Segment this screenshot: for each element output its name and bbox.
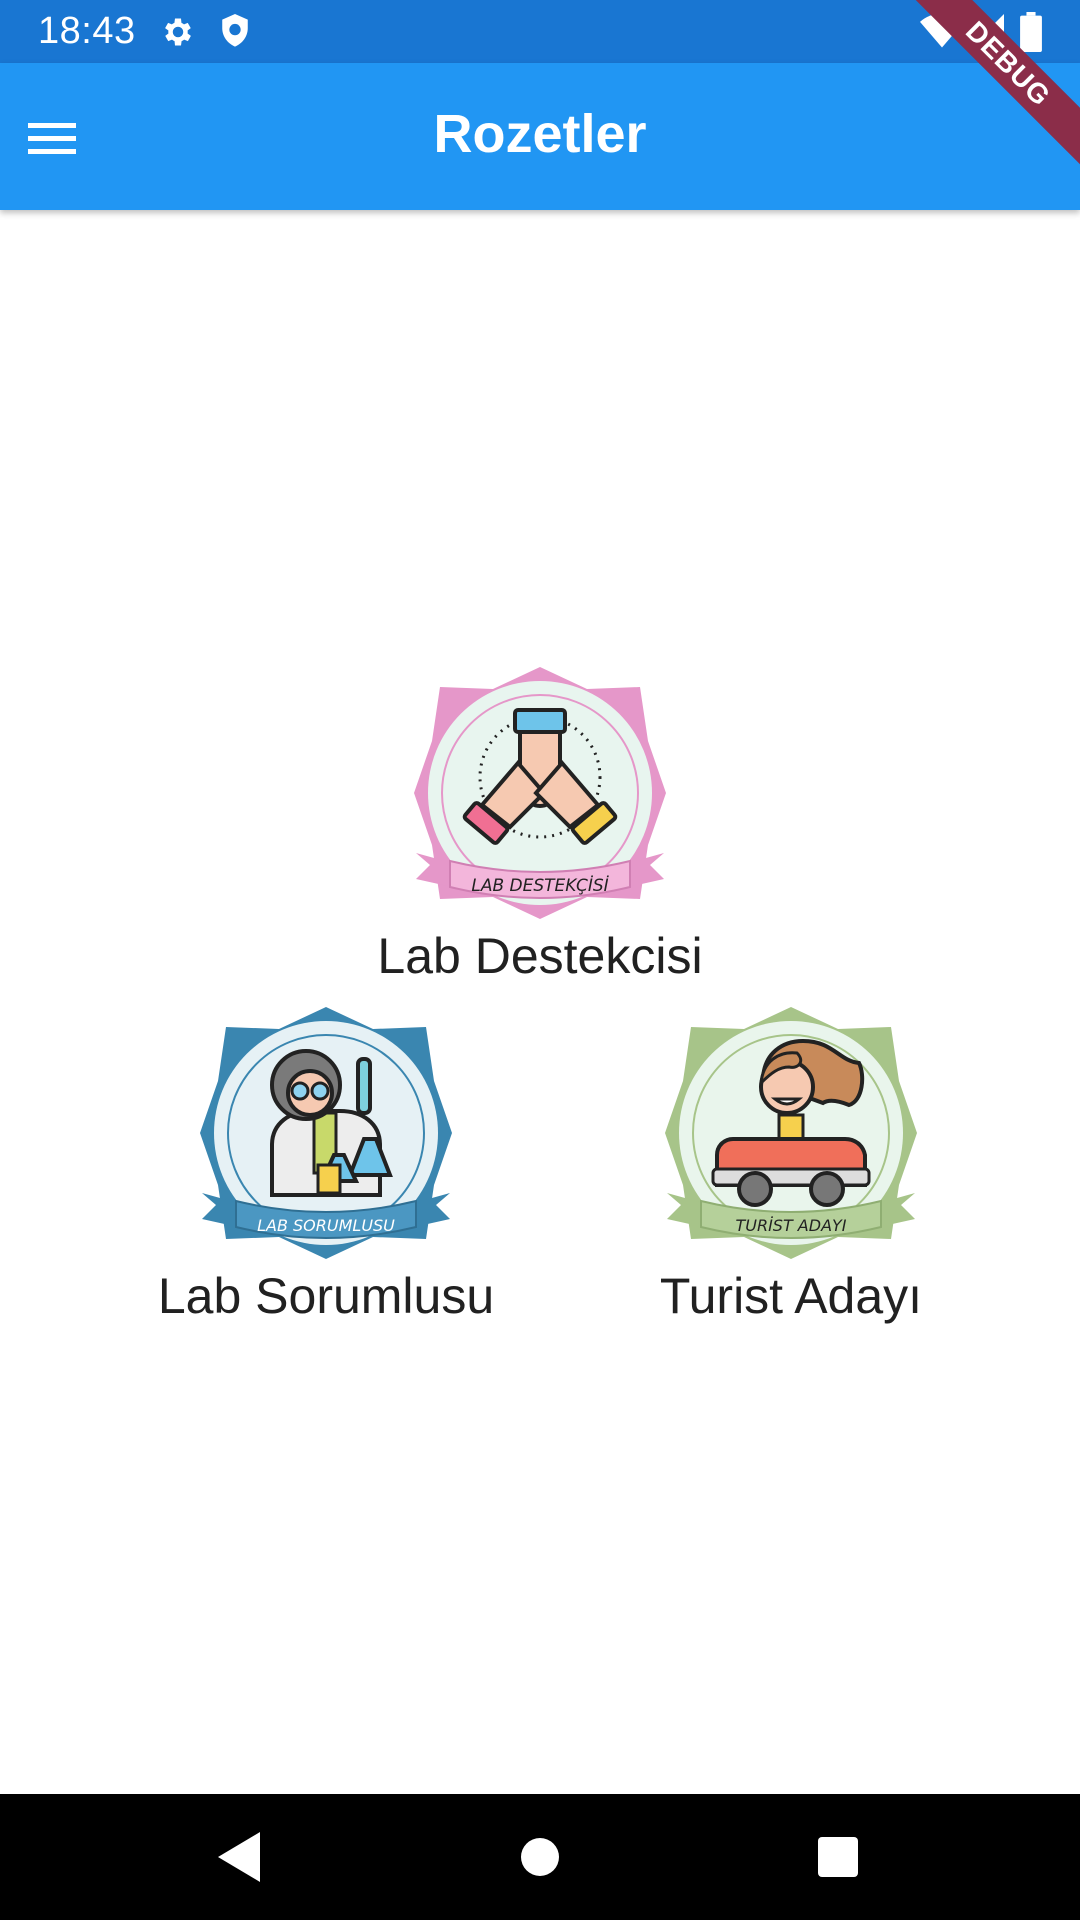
badge-name: Lab Sorumlusu	[157, 1268, 495, 1324]
scientist-icon: LAB SORUMLUSU	[200, 1007, 452, 1259]
shield-icon	[218, 12, 252, 55]
badge-ribbon-text: LAB DESTEKÇİSİ	[471, 875, 609, 896]
badge-name: Lab Destekcisi	[377, 928, 703, 984]
app-bar: Rozetler	[0, 63, 1080, 210]
back-icon[interactable]	[200, 1824, 280, 1890]
page-title: Rozetler	[433, 104, 647, 164]
badge-name: Turist Adayı	[659, 1268, 923, 1324]
status-bar: 18:43	[0, 0, 1080, 63]
battery-icon	[1020, 12, 1042, 57]
badge-ribbon-text: TURİST ADAYI	[735, 1216, 846, 1235]
settings-icon	[160, 14, 196, 55]
badge-lab-sorumlusu[interactable]: LAB SORUMLUSU Lab Sorumlusu	[126, 1005, 526, 1325]
recents-icon[interactable]	[798, 1824, 878, 1890]
status-time: 18:43	[38, 10, 136, 52]
wifi-icon	[920, 13, 964, 53]
navigation-bar	[0, 1794, 1080, 1920]
badge-ribbon-text: LAB SORUMLUSU	[257, 1216, 395, 1235]
signal-icon	[968, 14, 1004, 55]
badge-turist-adayi[interactable]: TURİST ADAYI Turist Adayı	[591, 1005, 991, 1325]
home-icon[interactable]	[500, 1824, 580, 1890]
hands-together-icon: LAB DESTEKÇİSİ	[414, 667, 666, 919]
badge-lab-destekcisi[interactable]: LAB DESTEKÇİSİ Lab Destekcisi	[340, 665, 740, 985]
girl-in-car-icon: TURİST ADAYI	[665, 1007, 917, 1259]
